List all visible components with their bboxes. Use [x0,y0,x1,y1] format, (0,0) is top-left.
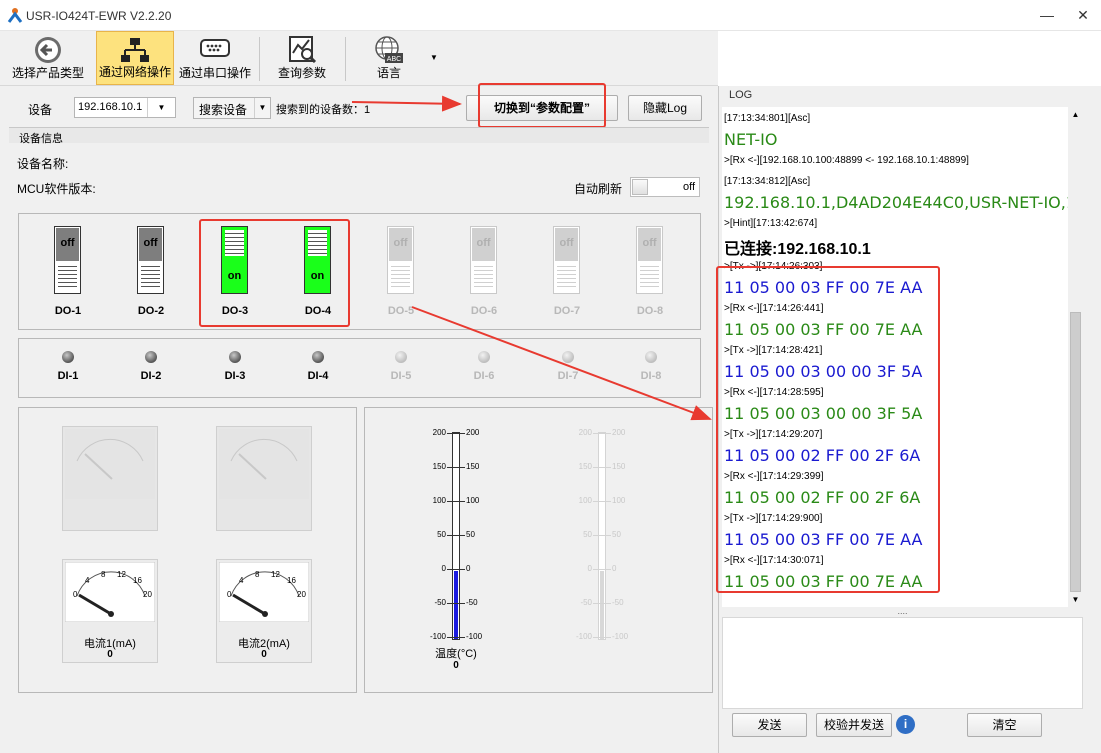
annotation-arrow [411,306,712,421]
annotation-arrow [351,95,462,112]
annotation-arrows [351,95,712,421]
